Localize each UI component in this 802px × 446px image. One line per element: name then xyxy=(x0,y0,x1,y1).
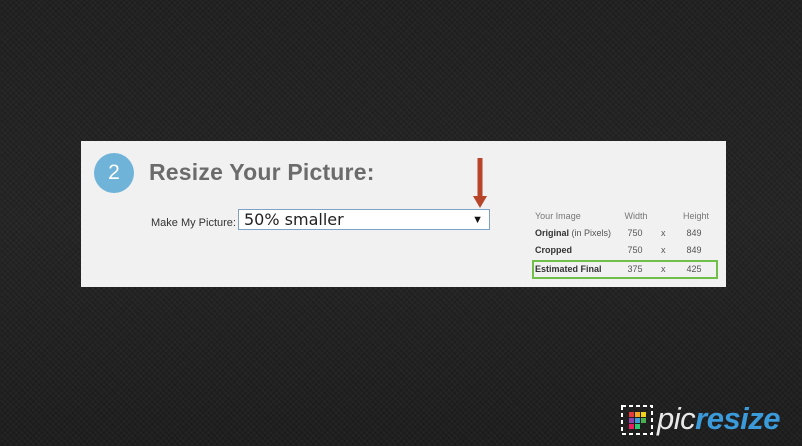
row-height: 849 xyxy=(686,245,702,255)
step-number-badge: 2 xyxy=(94,153,134,193)
row-height: 849 xyxy=(686,228,702,238)
row-width: 750 xyxy=(627,245,643,255)
row-label-bold: Cropped xyxy=(535,245,572,255)
logo-text-pic: pic xyxy=(657,401,696,436)
logo-text-resize: resize xyxy=(695,401,781,436)
table-row-original: Original (in Pixels) 750 x 849 xyxy=(532,225,718,242)
logo-mark-icon xyxy=(621,405,653,435)
row-height: 425 xyxy=(686,264,702,274)
row-label: Original (in Pixels) xyxy=(535,225,611,242)
table-row-estimated-final: Estimated Final 375 x 425 xyxy=(532,260,718,279)
table-header: Your Image Width Height xyxy=(532,208,718,225)
section-title: Resize Your Picture: xyxy=(149,159,375,185)
header-width: Width xyxy=(624,211,648,221)
pointer-arrow-icon xyxy=(473,158,487,208)
resize-select-value: 50% smaller xyxy=(244,210,344,229)
dropdown-arrow-icon[interactable]: ▼ xyxy=(472,210,483,230)
logo-text: picresize xyxy=(657,400,781,438)
header-your-image: Your Image xyxy=(535,211,581,221)
row-x: x xyxy=(661,264,666,274)
picresize-logo: picresize xyxy=(620,400,795,438)
resize-select[interactable]: 50% smaller ▼ xyxy=(238,209,490,230)
image-size-table: Your Image Width Height Original (in Pix… xyxy=(532,208,718,279)
row-label-bold: Estimated Final xyxy=(535,264,602,274)
row-x: x xyxy=(661,228,666,238)
table-row-cropped: Cropped 750 x 849 xyxy=(532,242,718,259)
make-my-picture-label: Make My Picture: xyxy=(151,217,236,229)
resize-panel: 2 Resize Your Picture: Make My Picture: … xyxy=(81,141,726,287)
row-width: 750 xyxy=(627,228,643,238)
row-x: x xyxy=(661,245,666,255)
header-height: Height xyxy=(682,211,709,221)
row-width: 375 xyxy=(627,264,643,274)
row-label-extra: (in Pixels) xyxy=(569,228,612,238)
row-label-bold: Original xyxy=(535,228,570,238)
